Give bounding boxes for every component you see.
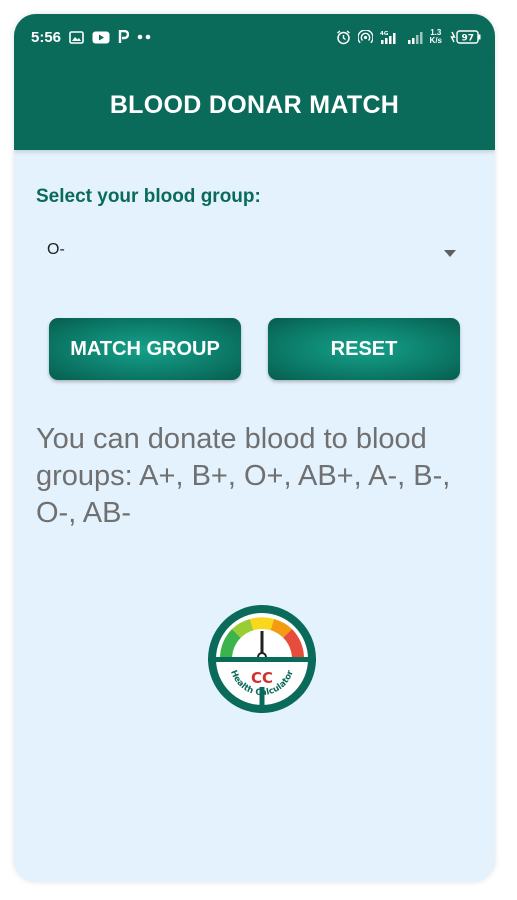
battery-icon: 97 (449, 30, 481, 44)
more-notifications-icon (137, 34, 153, 40)
health-calculator-logo: CC Health Calculator (206, 603, 318, 715)
match-group-button[interactable]: MATCH GROUP (49, 318, 241, 380)
network-type-label: 4G (380, 31, 389, 37)
paytm-icon (118, 30, 130, 44)
logo-initials: CC (251, 669, 273, 687)
network-speed-unit: K/s (429, 36, 442, 45)
blood-group-label: Select your blood group: (36, 186, 261, 207)
signal-icon (407, 30, 423, 45)
gallery-icon (69, 30, 84, 44)
status-bar: 5:56 4G 1.3 K/s 97 (14, 14, 495, 60)
youtube-icon (92, 31, 110, 44)
hotspot-icon (357, 29, 373, 45)
blood-group-dropdown[interactable]: O- (36, 230, 456, 270)
app-title: BLOOD DONAR MATCH (109, 90, 400, 119)
compatibility-result: You can donate blood to blood groups: A+… (36, 423, 451, 529)
app-bar: BLOOD DONAR MATCH (14, 60, 495, 150)
alarm-icon (336, 29, 351, 45)
status-time: 5:56 (31, 28, 62, 46)
battery-level: 97 (462, 34, 475, 44)
app-screen: 5:56 4G 1.3 K/s 97 BLOOD DONAR MATCH Sel… (14, 14, 495, 882)
signal-4g-icon: 4G (380, 30, 400, 45)
reset-button[interactable]: RESET (268, 318, 460, 380)
dropdown-arrow-icon (444, 244, 456, 262)
network-speed: 1.3 K/s (430, 29, 442, 45)
selected-blood-group: O- (47, 241, 65, 258)
